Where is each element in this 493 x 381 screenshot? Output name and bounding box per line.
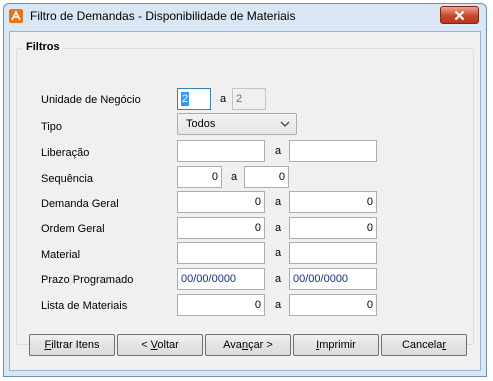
sequencia-from-input[interactable]: 0 [177,166,222,188]
voltar-label: oltar [157,339,179,351]
prazo-to-input[interactable]: 00/00/0000 [289,268,377,290]
tipo-value: Todos [186,118,216,130]
close-icon [454,10,465,20]
liberacao-to-input[interactable] [289,140,377,162]
lista-label: Lista de Materiais [41,300,128,312]
prazo-label: Prazo Programado [41,274,134,286]
tipo-label: Tipo [41,121,62,133]
cancelar-mnemonic: r [442,339,447,351]
lista-to-input[interactable]: 0 [289,294,377,316]
imprimir-label: mprimir [319,339,356,351]
unidade-from-input[interactable]: 2 [177,88,211,110]
sequencia-label: Sequência [41,173,93,185]
avancar-prefix: Ava [223,339,242,351]
unidade-label: Unidade de Negócio [41,94,141,106]
ordem-geral-to-input[interactable]: 0 [289,217,377,239]
sequencia-to-input[interactable]: 0 [244,166,289,188]
material-to-input[interactable] [289,242,377,264]
voltar-button[interactable]: < Voltar [117,334,203,356]
unidade-to-input: 2 [232,88,266,110]
demanda-geral-label: Demanda Geral [41,198,119,210]
ordem-geral-label: Ordem Geral [41,223,105,235]
filtrar-label: iltrar Itens [51,339,100,351]
tipo-select[interactable]: Todos [177,113,297,135]
chevron-down-icon [280,121,290,127]
demanda-geral-from-input[interactable]: 0 [177,191,265,213]
close-button[interactable] [440,6,479,24]
sequencia-separator: a [231,171,238,183]
liberacao-separator: a [275,145,282,157]
avancar-label: çar > [248,339,273,351]
ordem-geral-separator: a [275,222,282,234]
filtrar-itens-button[interactable]: Filtrar Itens [29,334,115,356]
prazo-separator: a [275,273,282,285]
group-title: Filtros [23,41,63,53]
demanda-geral-to-input[interactable]: 0 [289,191,377,213]
material-label: Material [41,249,81,261]
dialog-body: Filtros Unidade de Negócio 2 a 2 Tipo To… [9,31,481,371]
voltar-prefix: < [141,339,151,351]
unidade-separator: a [220,93,227,105]
demanda-geral-separator: a [275,196,282,208]
liberacao-label: Liberação [41,147,90,159]
material-from-input[interactable] [177,242,265,264]
prazo-from-input[interactable]: 00/00/0000 [177,268,265,290]
lista-from-input[interactable]: 0 [177,294,265,316]
title-bar[interactable]: Filtro de Demandas - Disponibilidade de … [4,4,486,28]
dialog-window: Filtro de Demandas - Disponibilidade de … [3,3,487,377]
window-title: Filtro de Demandas - Disponibilidade de … [30,9,296,23]
imprimir-button[interactable]: Imprimir [293,334,379,356]
cancelar-prefix: Cancela [401,339,443,351]
liberacao-from-input[interactable] [177,140,265,162]
avancar-button[interactable]: Avançar > [205,334,291,356]
app-icon [9,9,23,23]
lista-separator: a [275,299,282,311]
ordem-geral-from-input[interactable]: 0 [177,217,265,239]
material-separator: a [275,247,282,259]
unidade-from-value: 2 [181,92,190,106]
cancelar-button[interactable]: Cancelar [381,334,467,356]
